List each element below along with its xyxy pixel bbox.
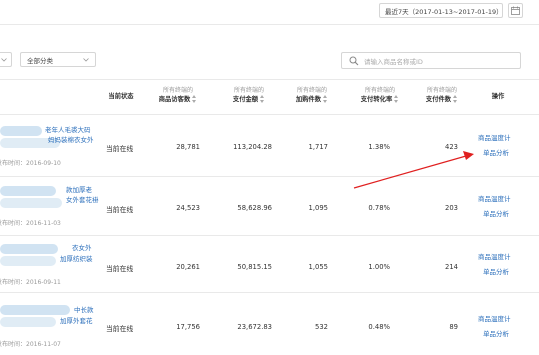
annotation-arrow	[353, 151, 474, 189]
